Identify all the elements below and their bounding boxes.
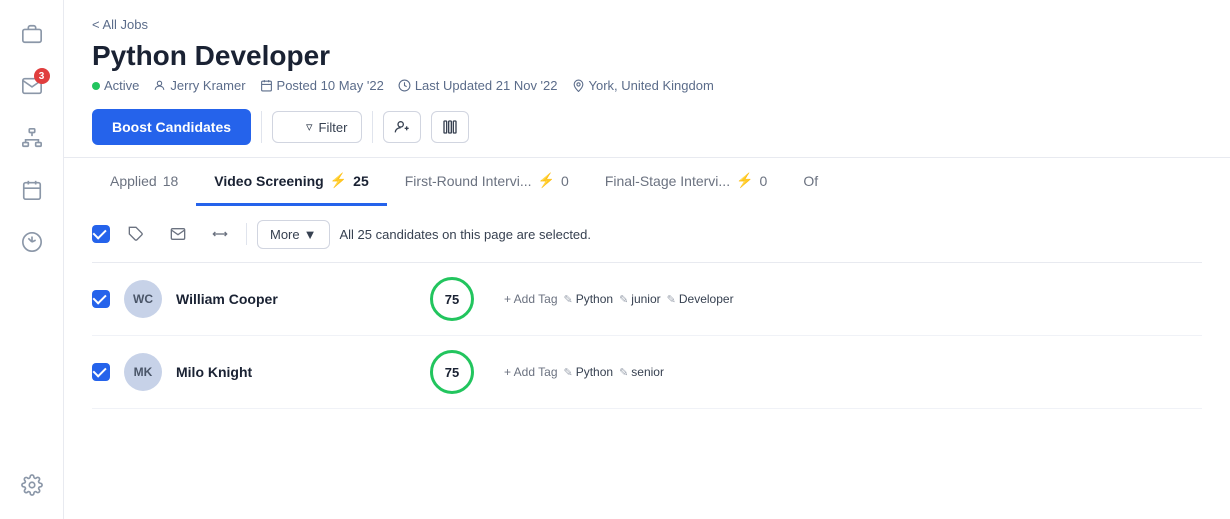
tags-area-2: + Add Tag ✎ Python ✎ senior bbox=[504, 365, 1202, 379]
location-meta: York, United Kingdom bbox=[572, 78, 714, 93]
columns-icon bbox=[442, 119, 458, 135]
lightning-icon-3: ⚡ bbox=[736, 172, 753, 189]
tag-python-1[interactable]: ✎ Python bbox=[564, 292, 614, 306]
meta-row: Active Jerry Kramer Posted 10 May '22 La… bbox=[92, 78, 1202, 93]
inbox-badge: 3 bbox=[34, 68, 50, 84]
sidebar-item-calendar[interactable] bbox=[10, 168, 54, 212]
updated-meta: Last Updated 21 Nov '22 bbox=[398, 78, 558, 93]
toolbar-divider-2 bbox=[372, 111, 373, 143]
updated-label: Last Updated 21 Nov '22 bbox=[415, 78, 558, 93]
add-person-icon bbox=[394, 119, 410, 135]
add-tag-2[interactable]: + Add Tag bbox=[504, 365, 558, 379]
score-circle-2: 75 bbox=[430, 350, 474, 394]
owner-label: Jerry Kramer bbox=[170, 78, 245, 93]
tab-fr-label: First-Round Intervi... bbox=[405, 173, 532, 189]
sidebar-item-settings[interactable] bbox=[10, 463, 54, 507]
candidate-row-2: MK Milo Knight 75 + Add Tag ✎ Python ✎ s… bbox=[92, 336, 1202, 409]
status-meta: Active bbox=[92, 78, 139, 93]
tags-area-1: + Add Tag ✎ Python ✎ junior ✎ Developer bbox=[504, 292, 1202, 306]
bulk-action-bar: More ▼ All 25 candidates on this page ar… bbox=[92, 206, 1202, 263]
top-area: < All Jobs Python Developer Active Jerry… bbox=[64, 0, 1230, 157]
sidebar-item-jobs[interactable] bbox=[10, 12, 54, 56]
candidate-checkbox-2[interactable] bbox=[92, 363, 110, 381]
person-icon bbox=[153, 79, 166, 92]
tab-first-round[interactable]: First-Round Intervi... ⚡ 0 bbox=[387, 158, 587, 206]
sidebar: 3 bbox=[0, 0, 64, 519]
lightning-icon: ⚡ bbox=[330, 172, 347, 189]
tabs: Applied 18 Video Screening ⚡ 25 First-Ro… bbox=[64, 158, 1230, 206]
add-candidate-button[interactable] bbox=[383, 111, 421, 143]
filter-icon bbox=[287, 121, 300, 134]
tag-python-2[interactable]: ✎ Python bbox=[564, 365, 614, 379]
sidebar-item-org[interactable] bbox=[10, 116, 54, 160]
tab-applied-count: 18 bbox=[163, 173, 179, 189]
tab-other-label: Of bbox=[803, 173, 818, 189]
tab-final-stage[interactable]: Final-Stage Intervi... ⚡ 0 bbox=[587, 158, 786, 206]
avatar-2: MK bbox=[124, 353, 162, 391]
tab-applied-label: Applied bbox=[110, 173, 157, 189]
tag-bulk-icon[interactable] bbox=[120, 218, 152, 250]
tab-other[interactable]: Of bbox=[785, 158, 836, 206]
clock-icon bbox=[398, 79, 411, 92]
column-settings-button[interactable] bbox=[431, 111, 469, 143]
toolbar: Boost Candidates ▿ Filter bbox=[92, 109, 1202, 157]
candidate-name-2[interactable]: Milo Knight bbox=[176, 364, 356, 380]
tag-senior[interactable]: ✎ senior bbox=[619, 365, 664, 379]
toolbar-divider bbox=[261, 111, 262, 143]
tabs-container: Applied 18 Video Screening ⚡ 25 First-Ro… bbox=[64, 157, 1230, 206]
candidate-name-1[interactable]: William Cooper bbox=[176, 291, 356, 307]
main-content: < All Jobs Python Developer Active Jerry… bbox=[64, 0, 1230, 519]
posted-label: Posted 10 May '22 bbox=[277, 78, 384, 93]
tab-vs-label: Video Screening bbox=[214, 173, 323, 189]
score-circle-1: 75 bbox=[430, 277, 474, 321]
candidate-row: WC William Cooper 75 + Add Tag ✎ Python … bbox=[92, 263, 1202, 336]
selection-message: All 25 candidates on this page are selec… bbox=[340, 227, 592, 242]
breadcrumb[interactable]: < All Jobs bbox=[92, 17, 148, 32]
tab-vs-count: 25 bbox=[353, 173, 369, 189]
location-icon bbox=[572, 79, 585, 92]
sidebar-item-inbox[interactable]: 3 bbox=[10, 64, 54, 108]
candidates-area: More ▼ All 25 candidates on this page ar… bbox=[64, 206, 1230, 519]
status-dot bbox=[92, 82, 100, 90]
tab-fs-label: Final-Stage Intervi... bbox=[605, 173, 730, 189]
email-bulk-icon[interactable] bbox=[162, 218, 194, 250]
candidate-checkbox-1[interactable] bbox=[92, 290, 110, 308]
more-button[interactable]: More ▼ bbox=[257, 220, 330, 249]
filter-button[interactable]: ▿ Filter bbox=[272, 111, 362, 143]
boost-candidates-button[interactable]: Boost Candidates bbox=[92, 109, 251, 145]
move-bulk-icon[interactable] bbox=[204, 218, 236, 250]
status-label: Active bbox=[104, 78, 139, 93]
sidebar-item-reports[interactable] bbox=[10, 220, 54, 264]
owner-meta: Jerry Kramer bbox=[153, 78, 245, 93]
select-all-checkbox[interactable] bbox=[92, 225, 110, 243]
calendar-small-icon bbox=[260, 79, 273, 92]
add-tag-1[interactable]: + Add Tag bbox=[504, 292, 558, 306]
bulk-divider bbox=[246, 223, 247, 245]
tag-junior[interactable]: ✎ junior bbox=[619, 292, 661, 306]
tab-applied[interactable]: Applied 18 bbox=[92, 158, 196, 206]
tab-fr-count: 0 bbox=[561, 173, 569, 189]
tag-developer[interactable]: ✎ Developer bbox=[667, 292, 734, 306]
tab-fs-count: 0 bbox=[760, 173, 768, 189]
avatar-1: WC bbox=[124, 280, 162, 318]
posted-meta: Posted 10 May '22 bbox=[260, 78, 384, 93]
lightning-icon-2: ⚡ bbox=[538, 172, 555, 189]
page-title: Python Developer bbox=[92, 40, 1202, 72]
tab-video-screening[interactable]: Video Screening ⚡ 25 bbox=[196, 158, 386, 206]
location-label: York, United Kingdom bbox=[589, 78, 714, 93]
